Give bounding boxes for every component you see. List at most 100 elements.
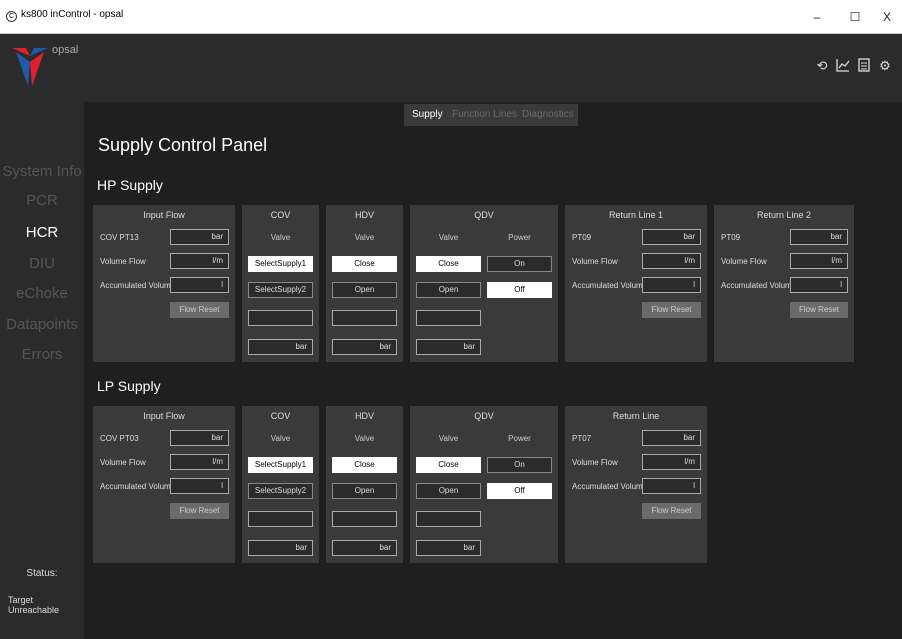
panel-title: Return Line 1 bbox=[608, 210, 664, 220]
lp-qdv-pressure-field: bar bbox=[416, 540, 481, 556]
tab-bar: Supply Function Lines Diagnostics bbox=[404, 104, 578, 126]
hp-cov-panel: COV Valve SelectSupply1 SelectSupply2 ba… bbox=[242, 205, 319, 362]
lp-accumulated-volume-label: Accumulated Volume bbox=[100, 482, 176, 491]
app-icon: C bbox=[6, 11, 17, 22]
panel-title: HDV bbox=[354, 210, 374, 220]
hp-r2-volume-flow-field: l/m bbox=[790, 253, 848, 269]
hp-cov-pt13-field: bar bbox=[170, 229, 229, 245]
hp-cov-selectsupply1-button[interactable]: SelectSupply1 bbox=[248, 256, 313, 272]
hp-hdv-pressure-field: bar bbox=[332, 339, 397, 355]
hp-r1-flow-reset-button[interactable]: Flow Reset bbox=[642, 302, 701, 318]
opsal-logo-icon bbox=[12, 48, 48, 86]
sidebar-item-datapoints[interactable]: Datapoints bbox=[0, 316, 84, 333]
lp-hdv-close-button[interactable]: Close bbox=[332, 457, 397, 473]
panel-title: COV bbox=[270, 210, 291, 220]
document-icon[interactable] bbox=[856, 58, 872, 74]
lp-r-pt07-label: PT07 bbox=[572, 434, 592, 443]
hp-qdv-power-label: Power bbox=[508, 233, 531, 242]
lp-cov-panel: COV Valve SelectSupply1 SelectSupply2 ba… bbox=[242, 406, 319, 563]
app-header: opsal ⟲ ⚙ bbox=[0, 34, 902, 102]
hp-cov-pt13-label: COV PT13 bbox=[100, 233, 139, 242]
hp-cov-pressure-field: bar bbox=[248, 339, 313, 355]
hp-qdv-pressure-field: bar bbox=[416, 339, 481, 355]
lp-hdv-valve-label: Valve bbox=[354, 434, 375, 443]
lp-r-volume-flow-field: l/m bbox=[642, 454, 701, 470]
panel-title: QDV bbox=[474, 210, 494, 220]
lp-r-flow-reset-button[interactable]: Flow Reset bbox=[642, 503, 701, 519]
panel-title: Input Flow bbox=[143, 210, 185, 220]
history-icon[interactable]: ⟲ bbox=[814, 58, 830, 74]
hp-qdv-status-field bbox=[416, 310, 481, 326]
gear-icon[interactable]: ⚙ bbox=[877, 58, 893, 74]
lp-r-pt07-field: bar bbox=[642, 430, 701, 446]
minimize-button[interactable]: – bbox=[804, 6, 830, 28]
lp-cov-status-field bbox=[248, 511, 313, 527]
hp-input-flow-panel: Input Flow COV PT13 bar Volume Flow l/m … bbox=[93, 205, 235, 362]
lp-accumulated-volume-field: l bbox=[170, 478, 229, 494]
close-button[interactable]: X bbox=[874, 6, 900, 28]
hp-r1-accumulated-volume-label: Accumulated Volume bbox=[572, 281, 648, 290]
hp-qdv-valve-label: Valve bbox=[438, 233, 459, 242]
hp-r1-pt09-label: PT09 bbox=[572, 233, 592, 242]
lp-input-flow-panel: Input Flow COV PT03 bar Volume Flow l/m … bbox=[93, 406, 235, 563]
hp-hdv-open-button[interactable]: Open bbox=[332, 282, 397, 298]
lp-return-line-panel: Return Line PT07 bar Volume Flow l/m Acc… bbox=[565, 406, 707, 563]
lp-qdv-panel: QDV Valve Power Close On Open Off bar bbox=[410, 406, 558, 563]
lp-volume-flow-label: Volume Flow bbox=[100, 458, 146, 467]
hp-r1-volume-flow-label: Volume Flow bbox=[572, 257, 618, 266]
hp-qdv-panel: QDV Valve Power Close On Open Off bar bbox=[410, 205, 558, 362]
hp-accumulated-volume-field: l bbox=[170, 277, 229, 293]
status-value: Target Unreachable bbox=[8, 595, 60, 615]
lp-qdv-on-button[interactable]: On bbox=[487, 457, 552, 473]
window-title: ks800 inControl - opsal bbox=[21, 9, 124, 20]
hp-volume-flow-label: Volume Flow bbox=[100, 257, 146, 266]
panel-title: Return Line 2 bbox=[756, 210, 812, 220]
sidebar-item-hcr[interactable]: HCR bbox=[0, 224, 84, 241]
lp-cov-pressure-field: bar bbox=[248, 540, 313, 556]
hp-qdv-close-button[interactable]: Close bbox=[416, 256, 481, 272]
sidebar-item-errors[interactable]: Errors bbox=[0, 346, 84, 363]
hp-cov-selectsupply2-button[interactable]: SelectSupply2 bbox=[248, 282, 313, 298]
lp-flow-reset-button[interactable]: Flow Reset bbox=[170, 503, 229, 519]
hp-cov-status-field bbox=[248, 310, 313, 326]
lp-cov-selectsupply2-button[interactable]: SelectSupply2 bbox=[248, 483, 313, 499]
lp-hdv-pressure-field: bar bbox=[332, 540, 397, 556]
hp-hdv-panel: HDV Valve Close Open bar bbox=[326, 205, 403, 362]
panel-title: HDV bbox=[354, 411, 374, 421]
hp-hdv-close-button[interactable]: Close bbox=[332, 256, 397, 272]
tab-supply[interactable]: Supply bbox=[412, 109, 443, 120]
lp-hdv-open-button[interactable]: Open bbox=[332, 483, 397, 499]
lp-qdv-close-button[interactable]: Close bbox=[416, 457, 481, 473]
hp-qdv-on-button[interactable]: On bbox=[487, 256, 552, 272]
hp-r2-accumulated-volume-label: Accumulated Volume bbox=[721, 281, 797, 290]
sidebar: System Info PCR HCR DIU eChoke Datapoint… bbox=[0, 102, 84, 639]
hp-flow-reset-button[interactable]: Flow Reset bbox=[170, 302, 229, 318]
sidebar-item-echoke[interactable]: eChoke bbox=[0, 285, 84, 302]
lp-qdv-valve-label: Valve bbox=[438, 434, 459, 443]
hp-qdv-off-button[interactable]: Off bbox=[487, 282, 552, 298]
hp-r2-flow-reset-button[interactable]: Flow Reset bbox=[790, 302, 848, 318]
hp-r2-accumulated-volume-field: l bbox=[790, 277, 848, 293]
panel-title: Input Flow bbox=[143, 411, 185, 421]
tab-diagnostics[interactable]: Diagnostics bbox=[522, 109, 574, 120]
lp-cov-pt03-label: COV PT03 bbox=[100, 434, 139, 443]
hp-r2-volume-flow-label: Volume Flow bbox=[721, 257, 767, 266]
lp-qdv-off-button[interactable]: Off bbox=[487, 483, 552, 499]
sidebar-item-system-info[interactable]: System Info bbox=[0, 163, 84, 180]
lp-r-accumulated-volume-label: Accumulated Volume bbox=[572, 482, 648, 491]
page-title: Supply Control Panel bbox=[98, 135, 268, 155]
chart-icon[interactable] bbox=[835, 58, 851, 74]
hp-accumulated-volume-label: Accumulated Volume bbox=[100, 281, 176, 290]
lp-cov-selectsupply1-button[interactable]: SelectSupply1 bbox=[248, 457, 313, 473]
tab-function-lines[interactable]: Function Lines bbox=[452, 109, 517, 120]
maximize-button[interactable]: ☐ bbox=[842, 6, 868, 28]
hp-cov-valve-label: Valve bbox=[270, 233, 291, 242]
sidebar-item-pcr[interactable]: PCR bbox=[0, 192, 84, 209]
lp-qdv-open-button[interactable]: Open bbox=[416, 483, 481, 499]
hp-r2-pt09-field: bar bbox=[790, 229, 848, 245]
hp-qdv-open-button[interactable]: Open bbox=[416, 282, 481, 298]
panel-title: Return Line bbox=[612, 411, 660, 421]
sidebar-item-diu[interactable]: DIU bbox=[0, 255, 84, 272]
hp-return-line-2-panel: Return Line 2 PT09 bar Volume Flow l/m A… bbox=[714, 205, 854, 362]
hp-r1-volume-flow-field: l/m bbox=[642, 253, 701, 269]
